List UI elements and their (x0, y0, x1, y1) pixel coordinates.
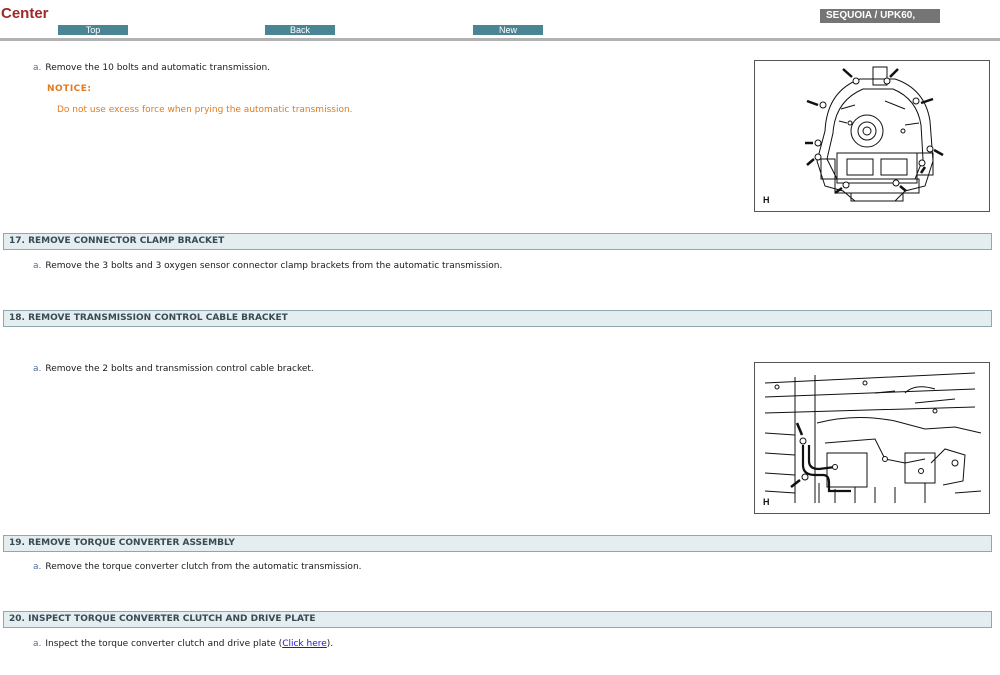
step-marker: a. (33, 261, 42, 271)
step16-step-a: a. Remove the 10 bolts and automatic tran… (33, 63, 270, 74)
notice-label: NOTICE: (47, 84, 92, 94)
brand-title: Center (1, 5, 49, 22)
transmission-bolts-figure: H (754, 60, 990, 212)
new-button[interactable]: New (473, 25, 543, 35)
section-20-heading: 20. INSPECT TORQUE CONVERTER CLUTCH AND … (3, 611, 992, 628)
transmission-bolts-drawing (805, 66, 944, 202)
step-marker: a. (33, 63, 42, 73)
section-18-step-a-text: Remove the 2 bolts and transmission cont… (45, 364, 314, 374)
section-18-step-a: a. Remove the 2 bolts and transmission co… (33, 364, 314, 375)
control-cable-bracket-figure: H (754, 362, 990, 514)
step16-step-a-text: Remove the 10 bolts and automatic transm… (45, 63, 271, 73)
vehicle-model-badge: SEQUOIA / UPK60, (820, 9, 940, 23)
top-button[interactable]: Top (58, 25, 128, 35)
step-marker: a. (33, 562, 42, 572)
header-divider (0, 38, 1000, 41)
section-20-step-a: a. Inspect the torque converter clutch an… (33, 639, 333, 650)
step-marker: a. (33, 364, 42, 374)
section-18-heading: 18. REMOVE TRANSMISSION CONTROL CABLE BR… (3, 310, 992, 327)
step-marker: a. (33, 639, 42, 649)
section-20-step-a-text-after: ). (326, 639, 334, 649)
section-17-step-a: a. Remove the 3 bolts and 3 oxygen sensor… (33, 261, 502, 272)
section-17-step-a-text: Remove the 3 bolts and 3 oxygen sensor c… (45, 261, 503, 271)
notice-text: Do not use excess force when prying the … (57, 105, 353, 115)
section-19-step-a-text: Remove the torque converter clutch from … (45, 562, 362, 572)
header-bar: Center Top Back New SEQUOIA / UPK60, (0, 0, 1000, 38)
back-button[interactable]: Back (265, 25, 335, 35)
control-cable-bracket-drawing (764, 372, 982, 503)
figure-label: H (763, 497, 770, 507)
section-20-step-a-text-before: Inspect the torque converter clutch and … (45, 639, 283, 649)
section-17-heading: 17. REMOVE CONNECTOR CLAMP BRACKET (3, 233, 992, 250)
section-19-step-a: a. Remove the torque converter clutch fro… (33, 562, 362, 573)
section-19-heading: 19. REMOVE TORQUE CONVERTER ASSEMBLY (3, 535, 992, 552)
click-here-link[interactable]: Click here (282, 639, 327, 649)
figure-label: H (763, 195, 770, 205)
